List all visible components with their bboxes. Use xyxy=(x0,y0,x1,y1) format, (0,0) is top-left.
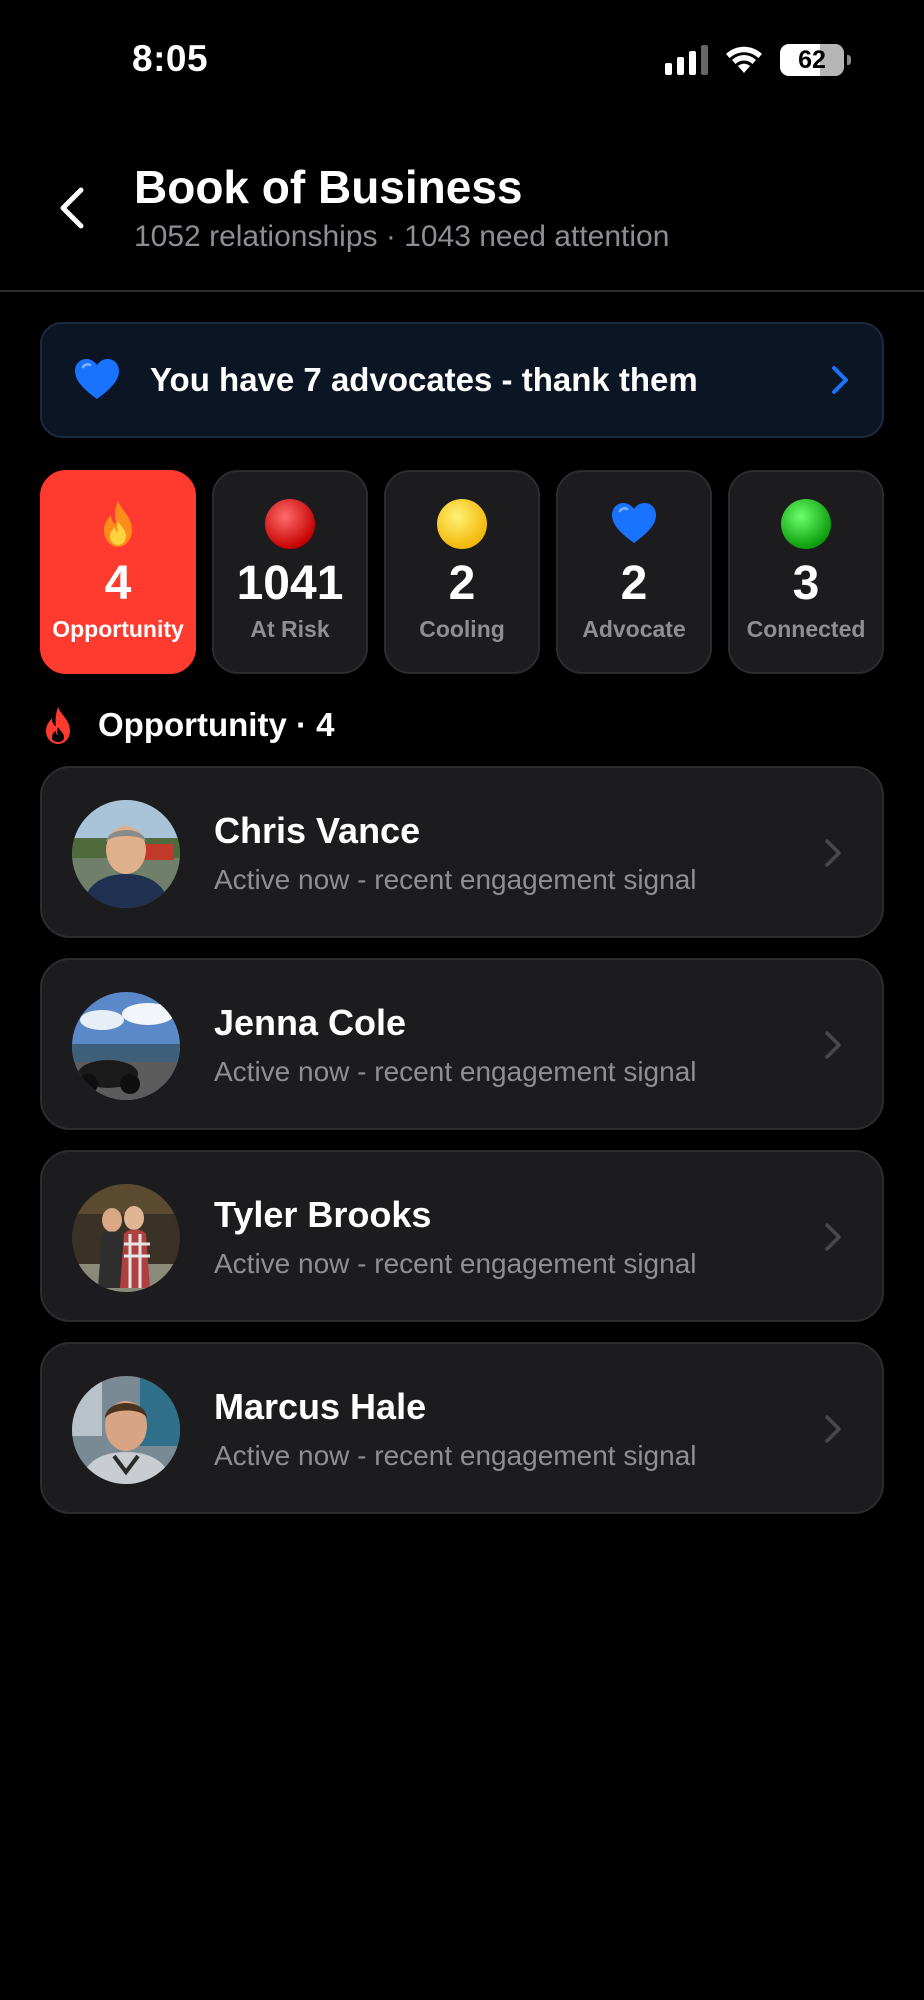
list-item[interactable]: Marcus Hale Active now - recent engageme… xyxy=(40,1342,884,1514)
contact-name: Chris Vance xyxy=(214,810,421,851)
yellow-circle-icon xyxy=(436,498,488,550)
back-button[interactable] xyxy=(50,180,94,236)
contact-name: Tyler Brooks xyxy=(214,1194,432,1235)
tile-label: At Risk xyxy=(250,616,330,642)
contact-status: Active now - recent engagement signal xyxy=(214,1248,697,1279)
blue-heart-icon xyxy=(608,498,660,550)
avatar xyxy=(72,1376,180,1484)
fire-icon xyxy=(92,498,144,550)
chevron-right-icon xyxy=(825,1031,841,1059)
tile-count: 2 xyxy=(448,557,476,610)
tile-cooling[interactable]: 2 Cooling xyxy=(384,470,540,674)
tile-count: 2 xyxy=(620,557,648,610)
page-subtitle: 1052 relationships · 1043 need attention xyxy=(134,220,670,253)
contact-status: Active now - recent engagement signal xyxy=(214,864,697,895)
battery-icon: 62 xyxy=(780,44,851,76)
chevron-left-icon xyxy=(60,187,84,229)
tile-label: Cooling xyxy=(419,616,505,642)
battery-level: 62 xyxy=(798,45,826,74)
advocates-banner[interactable]: You have 7 advocates - thank them xyxy=(40,322,884,438)
header: Book of Business 1052 relationships · 10… xyxy=(0,150,924,290)
status-bar: 8:05 62 xyxy=(0,0,924,120)
tile-label: Opportunity xyxy=(52,616,184,642)
tile-advocate[interactable]: 2 Advocate xyxy=(556,470,712,674)
tile-count: 3 xyxy=(792,557,820,610)
section-title: Opportunity · 4 xyxy=(98,706,335,743)
status-icons: 62 xyxy=(665,44,851,76)
contact-name: Marcus Hale xyxy=(214,1386,427,1427)
chevron-right-icon xyxy=(825,1415,841,1443)
chevron-right-icon xyxy=(825,839,841,867)
contact-status: Active now - recent engagement signal xyxy=(214,1056,697,1087)
wifi-icon xyxy=(724,45,764,75)
list-item[interactable]: Tyler Brooks Active now - recent engagem… xyxy=(40,1150,884,1322)
section-heading: Opportunity · 4 xyxy=(40,700,334,750)
green-circle-icon xyxy=(780,498,832,550)
avatar xyxy=(72,800,180,908)
chevron-right-icon xyxy=(825,1223,841,1251)
page-title: Book of Business xyxy=(134,161,523,213)
banner-text: You have 7 advocates - thank them xyxy=(150,361,698,398)
tile-opportunity[interactable]: 4 Opportunity xyxy=(40,470,196,674)
contact-list: Chris Vance Active now - recent engageme… xyxy=(40,766,884,1534)
tile-label: Connected xyxy=(746,616,866,642)
list-item[interactable]: Chris Vance Active now - recent engageme… xyxy=(40,766,884,938)
tile-label: Advocate xyxy=(582,616,686,642)
contact-name: Jenna Cole xyxy=(214,1002,407,1043)
cellular-signal-icon xyxy=(665,45,708,75)
tile-count: 1041 xyxy=(236,557,344,610)
flame-icon xyxy=(46,707,70,744)
chevron-right-icon xyxy=(832,366,848,394)
avatar xyxy=(72,1184,180,1292)
tile-count: 4 xyxy=(104,557,132,610)
filter-tiles: 4 Opportunity 1041 At Risk 2 Cooling 2 A… xyxy=(40,470,884,674)
red-circle-icon xyxy=(264,498,316,550)
tile-at-risk[interactable]: 1041 At Risk xyxy=(212,470,368,674)
list-item[interactable]: Jenna Cole Active now - recent engagemen… xyxy=(40,958,884,1130)
contact-status: Active now - recent engagement signal xyxy=(214,1440,697,1471)
status-time: 8:05 xyxy=(132,38,209,79)
avatar xyxy=(72,992,180,1100)
blue-heart-icon xyxy=(75,359,119,399)
header-divider xyxy=(0,290,924,292)
tile-connected[interactable]: 3 Connected xyxy=(728,470,884,674)
